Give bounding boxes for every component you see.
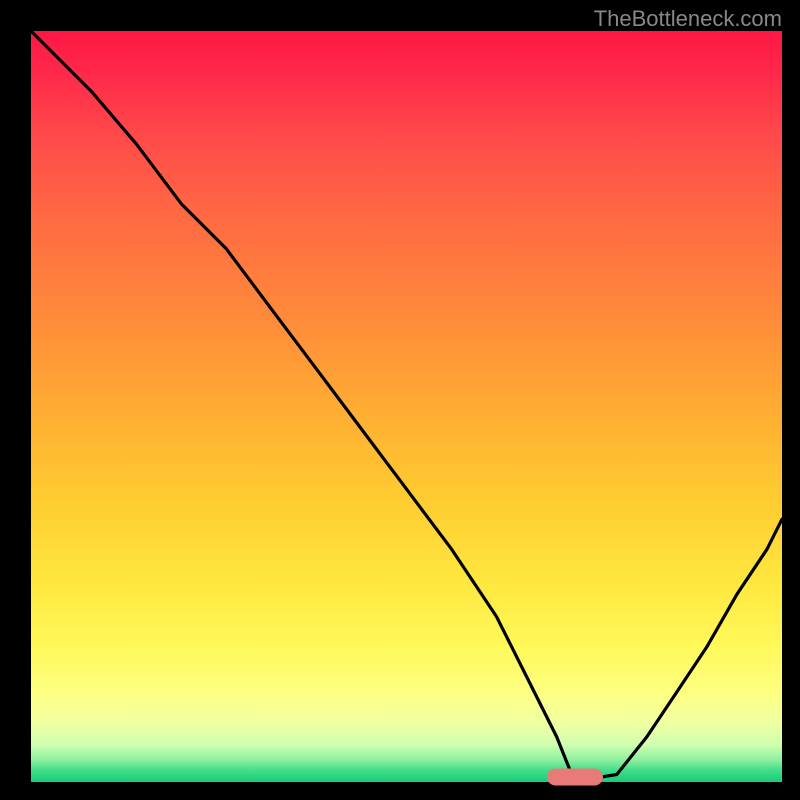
optimal-point-marker [547,769,603,786]
plot-area [31,31,782,782]
watermark-text: TheBottleneck.com [594,6,782,32]
bottleneck-curve-path [31,31,782,778]
bottleneck-curve-svg [31,31,782,782]
